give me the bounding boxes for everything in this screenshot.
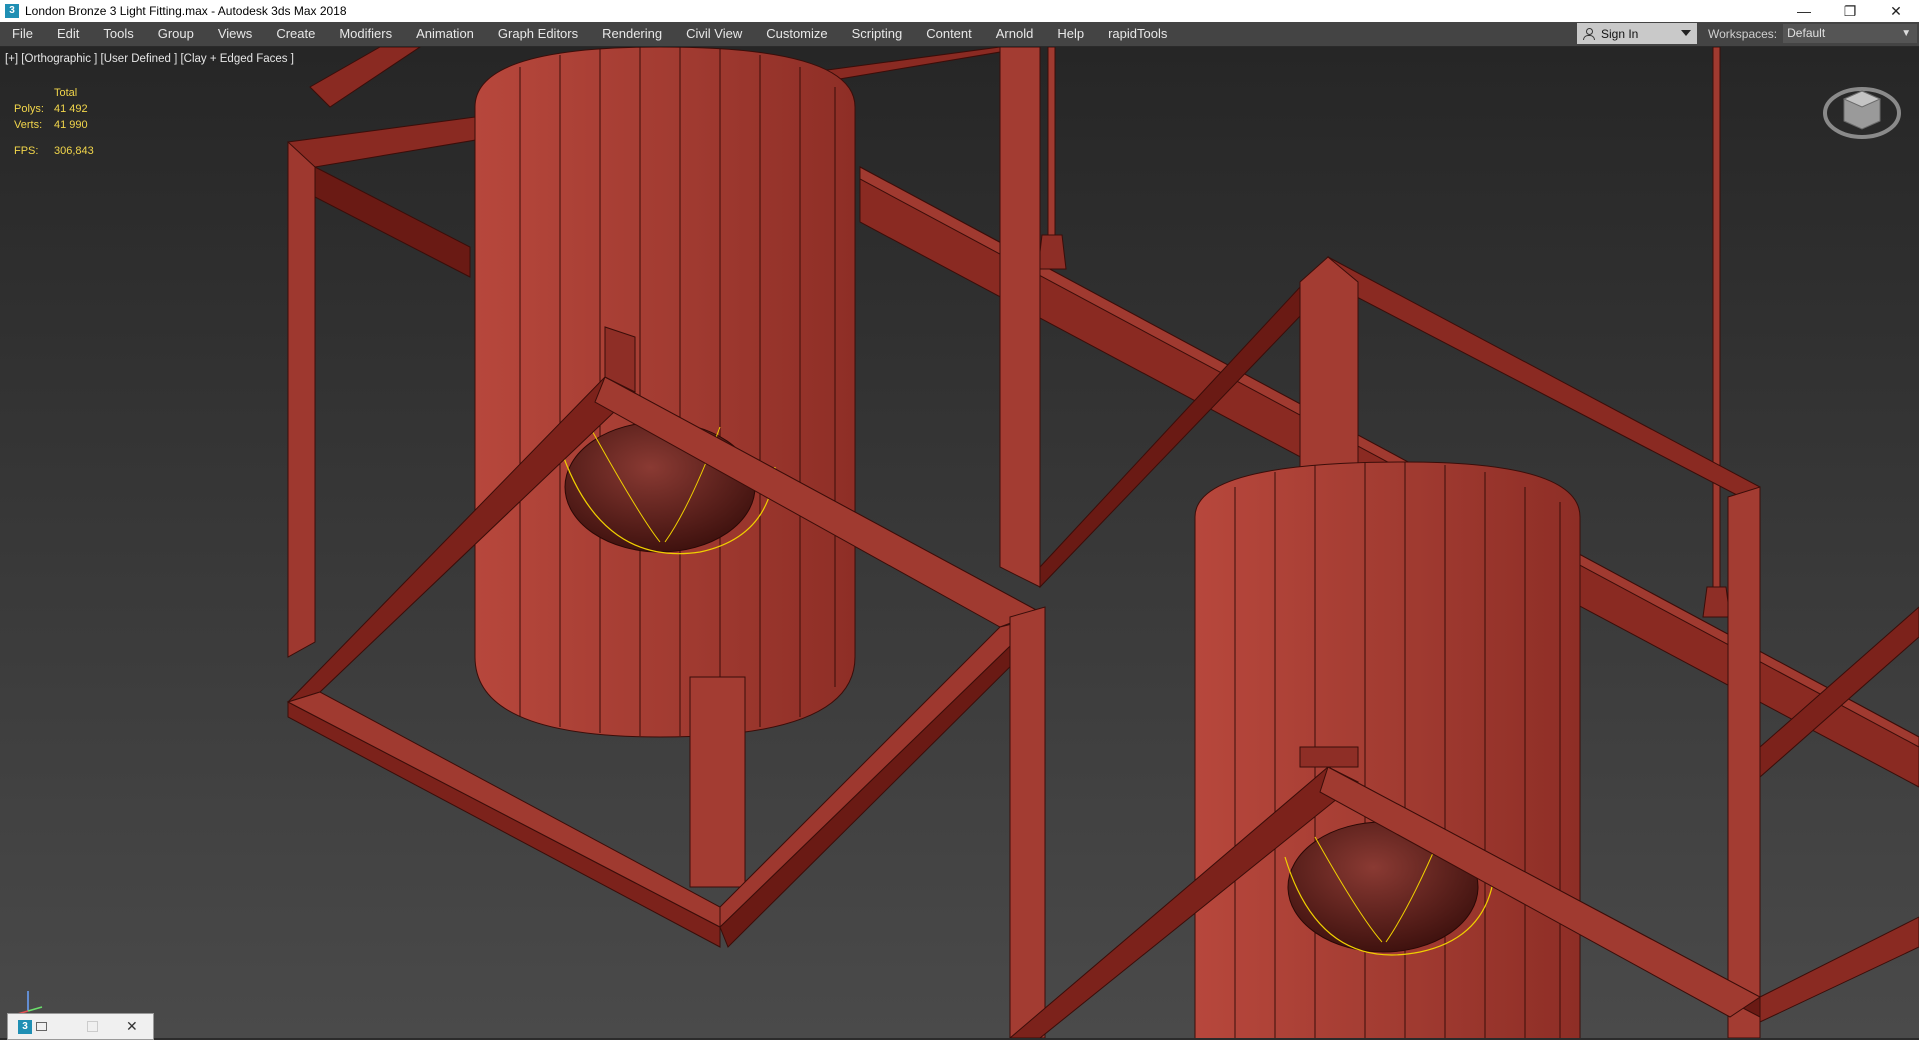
close-icon: ✕: [1890, 2, 1902, 19]
title-bar: 3 London Bronze 3 Light Fitting.max - Au…: [0, 0, 1919, 22]
fps-value: 306,843: [54, 145, 94, 157]
chevron-down-icon: ▼: [1901, 28, 1912, 39]
menu-rapidtools[interactable]: rapidTools: [1096, 22, 1179, 46]
sign-in-label: Sign In: [1601, 26, 1639, 41]
user-icon: [1583, 27, 1595, 40]
stats-header: Total: [54, 87, 78, 99]
menu-customize[interactable]: Customize: [754, 22, 839, 46]
sign-in-dropdown[interactable]: Sign In: [1577, 23, 1697, 44]
viewport-statistics: Total Polys: 41 492 Verts: 41 990 FPS: 306,…: [14, 85, 94, 159]
menu-tools[interactable]: Tools: [91, 22, 145, 46]
3ds-max-app-icon[interactable]: 3: [5, 4, 19, 18]
minimized-window[interactable]: 3 ✕: [7, 1013, 154, 1040]
menu-graph-editors[interactable]: Graph Editors: [486, 22, 590, 46]
close-button[interactable]: ✕: [1873, 0, 1919, 22]
menu-animation[interactable]: Animation: [404, 22, 486, 46]
restore-icon: ❐: [1843, 2, 1857, 19]
menu-rendering[interactable]: Rendering: [590, 22, 674, 46]
verts-value: 41 990: [54, 119, 88, 131]
menu-group[interactable]: Group: [146, 22, 206, 46]
fps-label: FPS:: [14, 145, 39, 157]
menu-modifiers[interactable]: Modifiers: [327, 22, 404, 46]
minimize-icon: —: [1797, 3, 1811, 19]
chevron-down-icon: [1681, 30, 1691, 36]
restore-button[interactable]: ❐: [1827, 0, 1873, 22]
viewcube-icon[interactable]: [1822, 77, 1902, 147]
perspective-viewport[interactable]: [+] [Orthographic ] [User Defined ] [Cla…: [0, 47, 1919, 1038]
3ds-max-app-icon: 3: [18, 1019, 32, 1034]
menu-create[interactable]: Create: [264, 22, 327, 46]
menu-content[interactable]: Content: [914, 22, 984, 46]
menu-views[interactable]: Views: [206, 22, 264, 46]
menu-edit[interactable]: Edit: [45, 22, 91, 46]
maximize-icon[interactable]: [87, 1021, 98, 1032]
scene-geometry: [286, 47, 1919, 1038]
menu-civil-view[interactable]: Civil View: [674, 22, 754, 46]
workspaces-select[interactable]: Default ▼: [1783, 24, 1918, 43]
viewport-label-menu[interactable]: [+] [Orthographic ] [User Defined ] [Cla…: [5, 53, 294, 65]
workspaces-value: Default: [1787, 26, 1826, 40]
middle-posts: [1009, 606, 1046, 1038]
menu-scripting[interactable]: Scripting: [840, 22, 915, 46]
polys-value: 41 492: [54, 103, 88, 115]
menu-help[interactable]: Help: [1045, 22, 1096, 46]
polys-label: Polys:: [14, 103, 44, 115]
close-icon[interactable]: ✕: [126, 1018, 138, 1035]
restore-icon[interactable]: [36, 1022, 47, 1031]
window-title: London Bronze 3 Light Fitting.max - Auto…: [25, 4, 347, 18]
menu-file[interactable]: File: [0, 22, 45, 46]
minimize-button[interactable]: —: [1781, 0, 1827, 22]
workspaces-label: Workspaces:: [1708, 26, 1778, 41]
verts-label: Verts:: [14, 119, 43, 131]
workspaces-control: Workspaces: Default ▼: [1708, 23, 1918, 44]
menu-arnold[interactable]: Arnold: [984, 22, 1046, 46]
